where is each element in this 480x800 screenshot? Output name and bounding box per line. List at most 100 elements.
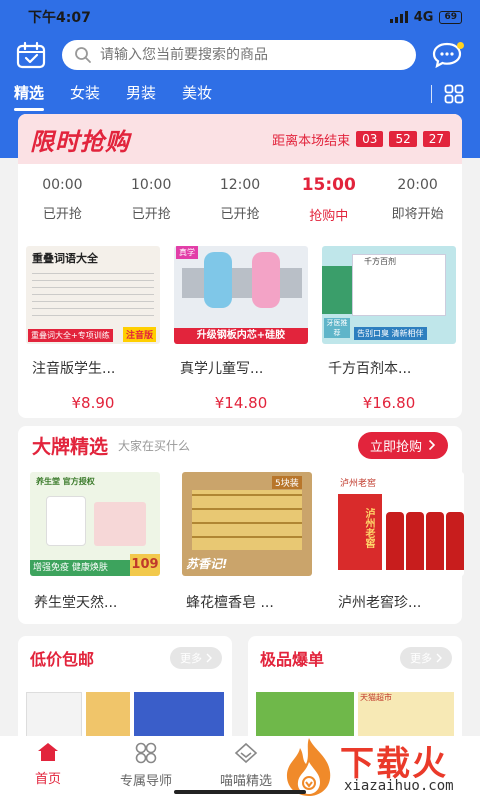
slot-status: 抢购中 (309, 208, 349, 224)
time-slot[interactable]: 12:00 已开抢 (196, 177, 285, 222)
flash-sale-header: 限时抢购 距离本场结束 03 52 27 (18, 114, 462, 164)
image-footer: 重叠词大全+专项训练 (28, 329, 113, 342)
countdown-label: 距离本场结束 (272, 133, 351, 149)
flash-product-list: 重叠词语大全 重叠词大全+专项训练 注音版 注音版学生... ¥8.90 真学 … (18, 234, 462, 412)
chevron-right-icon (436, 653, 442, 663)
brand-picks-title: 大牌精选 (32, 435, 109, 458)
tab-featured[interactable]: 精选 (14, 82, 45, 111)
product-card[interactable]: 千方百剂 牙医推荐 告别口臭 清新相伴 千方百剂本... ¥16.80 (322, 246, 456, 412)
nav-mentor-label: 专属导师 (119, 774, 172, 789)
message-button[interactable] (432, 40, 464, 70)
image-footer: 苏香记! (186, 557, 228, 571)
product-image: 千方百剂 牙医推荐 告别口臭 清新相伴 (322, 246, 456, 344)
image-tag: 注音版 (122, 327, 156, 342)
calendar-check-icon[interactable] (16, 41, 46, 69)
slot-status: 已开抢 (220, 206, 260, 222)
product-card[interactable]: 真学 升级钢板内芯+硅胶 真学儿童写... ¥14.80 (174, 246, 308, 412)
toothpaste-tube (322, 266, 352, 314)
tab-men[interactable]: 男装 (126, 82, 156, 107)
tab-beauty[interactable]: 美妆 (182, 82, 212, 107)
diamond-icon (234, 742, 258, 764)
product-thumb (134, 692, 224, 742)
image-title: 真学 (176, 246, 198, 259)
product-image: 5块装 苏香记! (182, 472, 312, 576)
countdown: 距离本场结束 03 52 27 (272, 130, 450, 149)
search-input[interactable] (100, 47, 360, 63)
stand-blue (204, 252, 232, 308)
grid-icon[interactable] (444, 84, 464, 104)
low-price-images (18, 670, 232, 742)
slot-status: 即将开始 (391, 206, 444, 222)
buy-now-button[interactable]: 立即抢购 (357, 431, 448, 459)
image-title: 重叠词语大全 (32, 252, 98, 265)
product-card[interactable]: 5块装 苏香记! 蜂花檀香皂 ... (182, 472, 312, 612)
image-top: 泸州老窖 (340, 479, 377, 489)
countdown-seconds: 27 (422, 131, 450, 147)
hot-deals-header: 极品爆单 更多 (248, 636, 462, 670)
home-icon (38, 743, 58, 761)
brand-picks-subtitle: 大家在买什么 (118, 438, 191, 453)
image-title: 千方百剂 (364, 257, 396, 266)
image-top: 养生堂 官方授权 (36, 477, 95, 486)
brand-picks-card: 大牌精选 大家在买什么 立即抢购 养生堂 官方授权 增强免疫 健康焕肤 109 … (18, 426, 464, 624)
product-image: 养生堂 官方授权 增强免疫 健康焕肤 109 (30, 472, 160, 576)
watermark: 下载火 xiazaihuo.com (278, 734, 480, 800)
image-footer: 告别口臭 清新相伴 (354, 327, 427, 340)
slot-time: 15:00 (301, 174, 356, 195)
hot-deals-images: 天猫超市 (248, 670, 462, 742)
time-slots: 00:00 已开抢 10:00 已开抢 12:00 已开抢 15:00 抢购中 … (18, 164, 462, 234)
product-thumb (86, 692, 130, 742)
tabs-divider (431, 85, 432, 103)
hot-deals-title: 极品爆单 (260, 650, 325, 669)
more-button[interactable]: 更多 (170, 647, 222, 669)
product-card[interactable]: 养生堂 官方授权 增强免疫 健康焕肤 109 养生堂天然... (30, 472, 160, 612)
search-bar[interactable] (62, 40, 416, 70)
bottle-3 (426, 512, 444, 570)
product-name: 注音版学生... (32, 361, 116, 377)
bottle-1 (386, 512, 404, 570)
chevron-right-icon (206, 653, 212, 663)
bottle-shape (46, 496, 86, 546)
slot-status: 已开抢 (42, 206, 82, 222)
tab-women[interactable]: 女装 (70, 82, 100, 107)
image-text-lines (32, 268, 154, 322)
notification-dot (457, 42, 464, 49)
time-slot[interactable]: 10:00 已开抢 (107, 177, 196, 222)
product-price: ¥14.80 (214, 394, 268, 412)
product-card[interactable]: 重叠词语大全 重叠词大全+专项训练 注音版 注音版学生... ¥8.90 (26, 246, 160, 412)
low-price-header: 低价包邮 更多 (18, 636, 232, 670)
signal-icon (389, 11, 408, 23)
image-footer: 增强免疫 健康焕肤 (30, 560, 130, 576)
image-side-tag: 牙医推荐 (324, 318, 350, 338)
product-name: 真学儿童写... (180, 361, 264, 377)
time-slot-active[interactable]: 15:00 抢购中 (284, 175, 373, 224)
brand-product-list: 养生堂 官方授权 增强免疫 健康焕肤 109 养生堂天然... 5块装 苏香记!… (18, 464, 464, 612)
more-button[interactable]: 更多 (400, 647, 452, 669)
network-label: 4G (413, 9, 434, 25)
time-slot[interactable]: 00:00 已开抢 (18, 177, 107, 222)
flame-logo-icon (286, 738, 331, 796)
status-bar: 下午4:07 4G 69 (0, 0, 480, 34)
more-label: 更多 (180, 652, 202, 665)
watermark-url: xiazaihuo.com (344, 778, 454, 794)
time-slot[interactable]: 20:00 即将开始 (373, 177, 462, 222)
nav-home-label: 首页 (34, 772, 61, 787)
stand-pink (252, 252, 280, 308)
status-indicators: 4G 69 (389, 9, 462, 25)
image-footer: 泸州老窖 (363, 508, 374, 548)
product-price: ¥16.80 (362, 394, 416, 412)
box-shape (94, 502, 146, 546)
slot-status: 已开抢 (131, 206, 171, 222)
more-label: 更多 (410, 652, 432, 665)
soap-stack (192, 490, 302, 550)
category-tabs: 精选 女装 男装 美妆 (0, 76, 480, 112)
product-card[interactable]: 泸州老窖 泸州老窖 泸州老窖珍... (334, 472, 464, 612)
chevron-right-icon (428, 439, 436, 451)
product-name: 千方百剂本... (328, 361, 412, 377)
search-row (0, 34, 480, 76)
image-footer: 升级钢板内芯+硅胶 (174, 328, 308, 344)
slot-time: 00:00 (42, 176, 83, 193)
clover-icon (135, 742, 157, 764)
nav-picks-label: 喵喵精选 (219, 774, 272, 789)
nav-home[interactable]: 首页 (0, 736, 96, 800)
